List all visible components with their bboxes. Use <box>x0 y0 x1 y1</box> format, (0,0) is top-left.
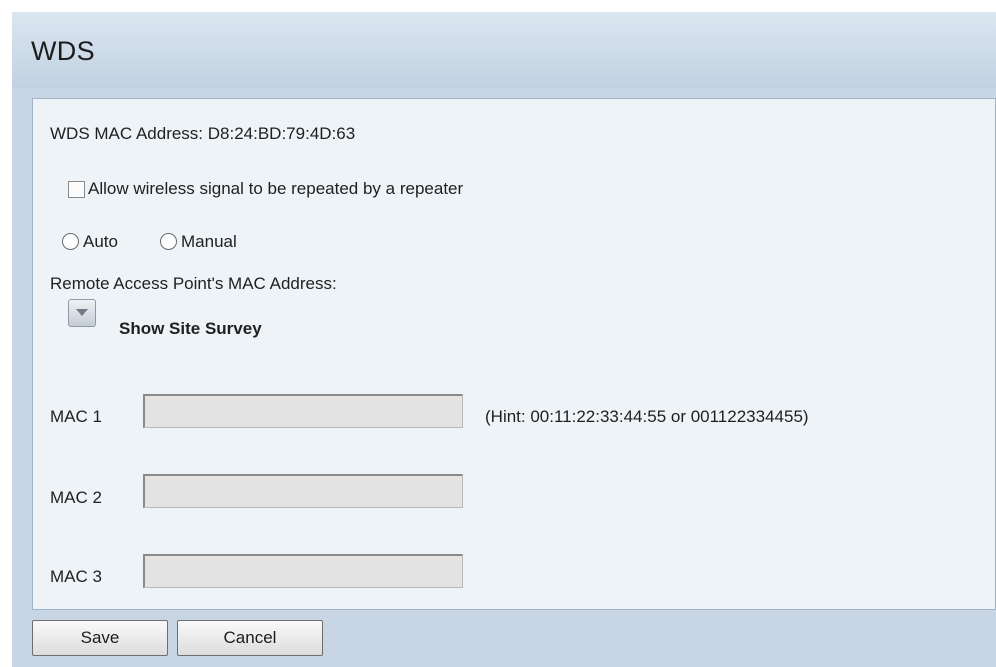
mac-3-label: MAC 3 <box>50 567 102 586</box>
allow-repeat-label: Allow wireless signal to be repeated by … <box>88 179 464 198</box>
mac-1-input[interactable] <box>143 394 463 428</box>
wds-settings-panel: WDS MAC Address: D8:24:BD:79:4D:63 Allow… <box>32 98 996 610</box>
remote-ap-mac-label: Remote Access Point's MAC Address: <box>50 274 337 293</box>
mac-3-input[interactable] <box>143 554 463 588</box>
triangle-down-icon <box>76 309 88 316</box>
wds-page: WDS WDS MAC Address: D8:24:BD:79:4D:63 A… <box>12 12 996 667</box>
mac-2-label: MAC 2 <box>50 488 102 507</box>
page-title: WDS <box>31 36 95 66</box>
cancel-button[interactable]: Cancel <box>177 620 323 656</box>
save-button[interactable]: Save <box>32 620 168 656</box>
allow-repeat-checkbox[interactable] <box>68 181 85 198</box>
mac-2-input[interactable] <box>143 474 463 508</box>
wds-mac-address-text: WDS MAC Address: D8:24:BD:79:4D:63 <box>50 124 356 143</box>
page-header: WDS <box>12 12 996 88</box>
manual-radio-label: Manual <box>181 232 237 251</box>
auto-radio-label: Auto <box>83 232 118 251</box>
show-site-survey-label[interactable]: Show Site Survey <box>119 319 262 339</box>
site-survey-toggle-button[interactable] <box>68 299 96 327</box>
auto-radio[interactable] <box>62 233 79 250</box>
mac-1-label: MAC 1 <box>50 407 102 426</box>
mac-format-hint: (Hint: 00:11:22:33:44:55 or 001122334455… <box>485 407 809 426</box>
manual-radio[interactable] <box>160 233 177 250</box>
